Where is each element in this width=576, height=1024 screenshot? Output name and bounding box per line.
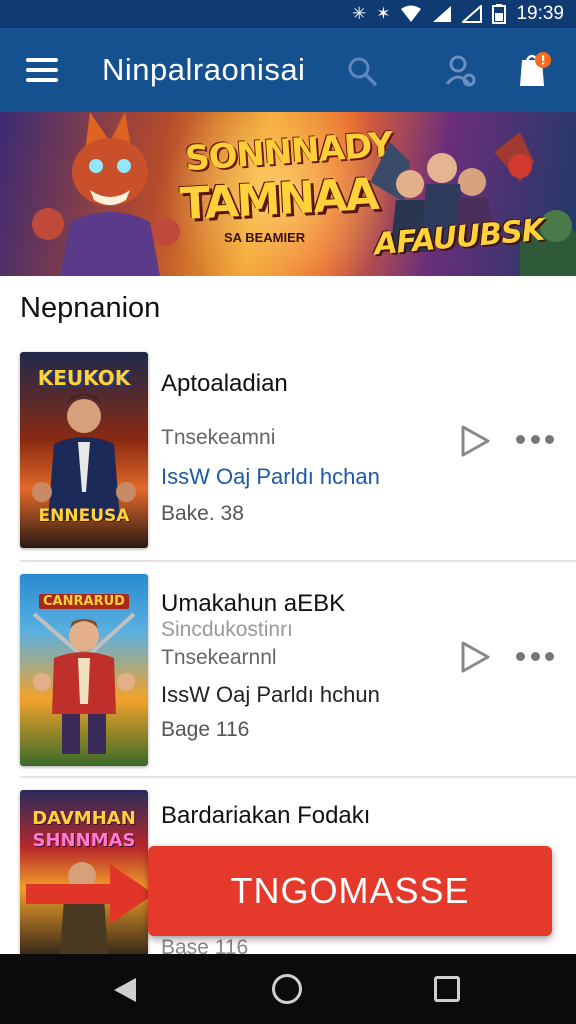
navigation-bar <box>0 954 576 1024</box>
section-title: Nepnanion <box>20 292 161 324</box>
more-options-icon[interactable] <box>516 435 554 445</box>
item-meta: Bake. 38 <box>161 502 244 525</box>
status-bar: ✳ ✶ 19:39 <box>0 0 576 28</box>
divider <box>20 560 576 562</box>
featured-banner[interactable]: SONNNADY TAMNAA SA BEAMIER AFAUUBSK <box>0 112 576 276</box>
list-item[interactable]: CANRARUD Umakahun aEBK Sincdukostinrı Tn… <box>0 572 576 778</box>
item-poster[interactable]: KEUKOK ENNEUSA <box>20 352 148 548</box>
item-subtitle: Tnsekearnnl <box>161 646 277 669</box>
account-icon[interactable] <box>444 54 476 88</box>
item-title: Bardariakan Fodakı <box>161 802 371 829</box>
notification-icon[interactable] <box>518 50 552 88</box>
search-icon[interactable] <box>346 55 378 87</box>
banner-subtitle: SA BEAMIER <box>224 230 306 245</box>
status-time: 19:39 <box>516 3 564 24</box>
item-meta: Bage 116 <box>161 718 250 741</box>
play-icon[interactable] <box>458 424 492 458</box>
item-link[interactable]: IssW Oaj Parldı hchun <box>161 682 380 708</box>
divider <box>20 776 576 778</box>
recents-icon[interactable] <box>434 976 460 1002</box>
app-bar: Ninpalraonisai <box>0 28 576 112</box>
app-title: Ninpalraonisai <box>102 52 306 87</box>
wifi-icon <box>401 5 422 22</box>
nfc-icon: ✳ <box>351 4 367 23</box>
item-subtitle-extra: Sincdukostinrı <box>161 618 293 641</box>
back-icon[interactable] <box>112 976 138 1004</box>
banner-title-line2: TAMNAA <box>178 168 379 231</box>
status-icons: ✳ ✶ 19:39 <box>352 3 564 25</box>
more-options-icon[interactable] <box>516 652 554 662</box>
signal-icon <box>433 6 452 22</box>
item-link[interactable]: IssW Oaj Parldı hchan <box>161 464 380 490</box>
battery-icon <box>492 4 507 24</box>
signal-icon <box>462 5 483 23</box>
poster-character-image <box>32 612 136 754</box>
play-icon[interactable] <box>458 640 492 674</box>
item-poster[interactable]: CANRARUD <box>20 574 148 766</box>
arrow-icon <box>26 864 154 924</box>
bluetooth-icon: ✶ <box>376 4 391 23</box>
poster-subtitle: ENNEUSA <box>38 506 130 526</box>
item-title: Umakahun aEBK <box>161 590 346 617</box>
cta-button[interactable]: TNGOMASSE <box>148 846 552 936</box>
item-subtitle: Tnsekeamni <box>161 426 276 449</box>
list-item[interactable]: KEUKOK ENNEUSA Aptoaladian Tnsekeamni Is… <box>0 350 576 562</box>
home-icon[interactable] <box>272 974 302 1004</box>
menu-icon[interactable] <box>26 58 58 82</box>
item-title: Aptoaladian <box>161 370 288 397</box>
banner-hero-image <box>32 112 180 276</box>
